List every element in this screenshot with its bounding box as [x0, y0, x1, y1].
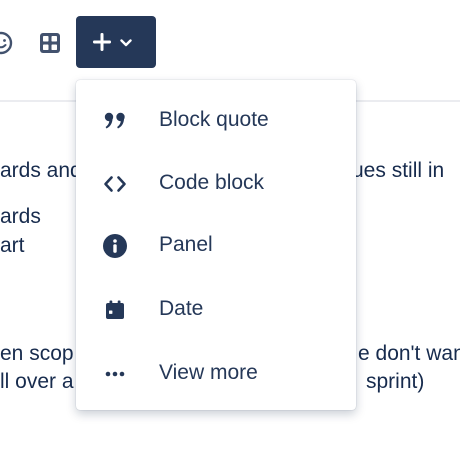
menu-item-label: Panel: [159, 233, 213, 256]
info-icon: [102, 233, 128, 259]
menu-item-label: Block quote: [159, 108, 269, 131]
editor-text-line: ues still in: [352, 159, 445, 182]
editor-text-line: en scop: [0, 342, 74, 365]
menu-item-label: Date: [159, 297, 204, 320]
menu-item-block-quote[interactable]: Block quote: [76, 92, 356, 148]
menu-item-code-block[interactable]: Code block: [76, 155, 356, 211]
insert-button[interactable]: [76, 16, 156, 68]
code-icon: [102, 171, 128, 197]
menu-item-panel[interactable]: Panel: [76, 217, 356, 273]
menu-item-date[interactable]: Date: [76, 281, 356, 337]
editor-text-line: e don't wan: [358, 342, 460, 365]
editor-text-line: ll over a: [0, 370, 74, 393]
menu-item-view-more[interactable]: View more: [76, 345, 356, 401]
editor-text-line: art: [0, 234, 25, 257]
menu-item-label: View more: [159, 361, 258, 384]
table-icon[interactable]: [38, 31, 62, 55]
editor-window: ards and ues still in ards art en scop e…: [0, 0, 460, 464]
plus-icon: [90, 30, 114, 54]
calendar-icon: [102, 297, 128, 323]
menu-item-label: Code block: [159, 171, 265, 194]
editor-text-line: ards: [0, 205, 41, 228]
quote-icon: [102, 108, 128, 134]
chevron-down-icon: [119, 36, 133, 48]
editor-text-line: ards and: [0, 159, 82, 182]
editor-text-line: sprint): [366, 370, 425, 393]
more-icon: [102, 361, 128, 387]
emoji-icon[interactable]: [0, 30, 14, 56]
insert-dropdown-menu: Block quote Code block Panel Date View m…: [76, 80, 356, 410]
